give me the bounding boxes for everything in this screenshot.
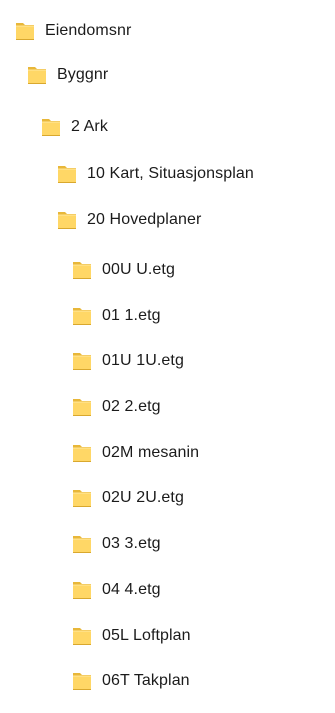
tree-item-02m-mesanin[interactable]: 02M mesanin — [71, 438, 199, 468]
tree-item-10-kart-situasjonsplan[interactable]: 10 Kart, Situasjonsplan — [56, 159, 254, 189]
folder-icon — [71, 259, 93, 281]
tree-item-label: Eiendomsnr — [45, 22, 132, 39]
tree-item-01u-1u-etg[interactable]: 01U 1U.etg — [71, 346, 184, 376]
folder-icon — [71, 350, 93, 372]
tree-item-2-ark[interactable]: 2 Ark — [40, 112, 108, 142]
tree-item-label: 02 2.etg — [102, 398, 161, 415]
folder-icon — [56, 209, 78, 231]
tree-item-label: 02U 2U.etg — [102, 489, 184, 506]
folder-icon — [71, 625, 93, 647]
folder-icon — [14, 20, 36, 42]
tree-item-03-3-etg[interactable]: 03 3.etg — [71, 529, 161, 559]
tree-item-label: 01U 1U.etg — [102, 352, 184, 369]
folder-icon — [26, 64, 48, 86]
tree-item-label: 05L Loftplan — [102, 627, 191, 644]
tree-item-label: 00U U.etg — [102, 261, 175, 278]
tree-item-05l-loftplan[interactable]: 05L Loftplan — [71, 621, 191, 651]
tree-item-label: 10 Kart, Situasjonsplan — [87, 165, 254, 182]
tree-item-04-4-etg[interactable]: 04 4.etg — [71, 575, 161, 605]
folder-icon — [71, 305, 93, 327]
tree-item-label: 06T Takplan — [102, 672, 190, 689]
tree-item-label: 02M mesanin — [102, 444, 200, 461]
folder-icon — [71, 396, 93, 418]
tree-item-byggnr[interactable]: Byggnr — [26, 60, 108, 90]
folder-icon — [71, 579, 93, 601]
tree-item-01-1-etg[interactable]: 01 1.etg — [71, 301, 161, 331]
folder-icon — [71, 533, 93, 555]
tree-item-02-2-etg[interactable]: 02 2.etg — [71, 392, 161, 422]
folder-icon — [56, 163, 78, 185]
tree-item-label: 03 3.etg — [102, 535, 161, 552]
tree-item-label: 04 4.etg — [102, 581, 161, 598]
tree-item-label: 2 Ark — [71, 118, 108, 135]
folder-tree: Eiendomsnr Byggnr 2 Ark 10 Kart, Situasj… — [0, 0, 335, 713]
folder-icon — [40, 116, 62, 138]
tree-item-02u-2u-etg[interactable]: 02U 2U.etg — [71, 483, 184, 513]
tree-item-00u-u-etg[interactable]: 00U U.etg — [71, 255, 175, 285]
tree-item-20-hovedplaner[interactable]: 20 Hovedplaner — [56, 205, 201, 235]
tree-item-label: 01 1.etg — [102, 307, 161, 324]
tree-item-eiendomsnr[interactable]: Eiendomsnr — [14, 16, 131, 46]
folder-icon — [71, 487, 93, 509]
tree-item-label: 20 Hovedplaner — [87, 211, 202, 228]
tree-item-06t-takplan[interactable]: 06T Takplan — [71, 666, 190, 696]
folder-icon — [71, 670, 93, 692]
folder-icon — [71, 442, 93, 464]
tree-item-label: Byggnr — [57, 66, 109, 83]
